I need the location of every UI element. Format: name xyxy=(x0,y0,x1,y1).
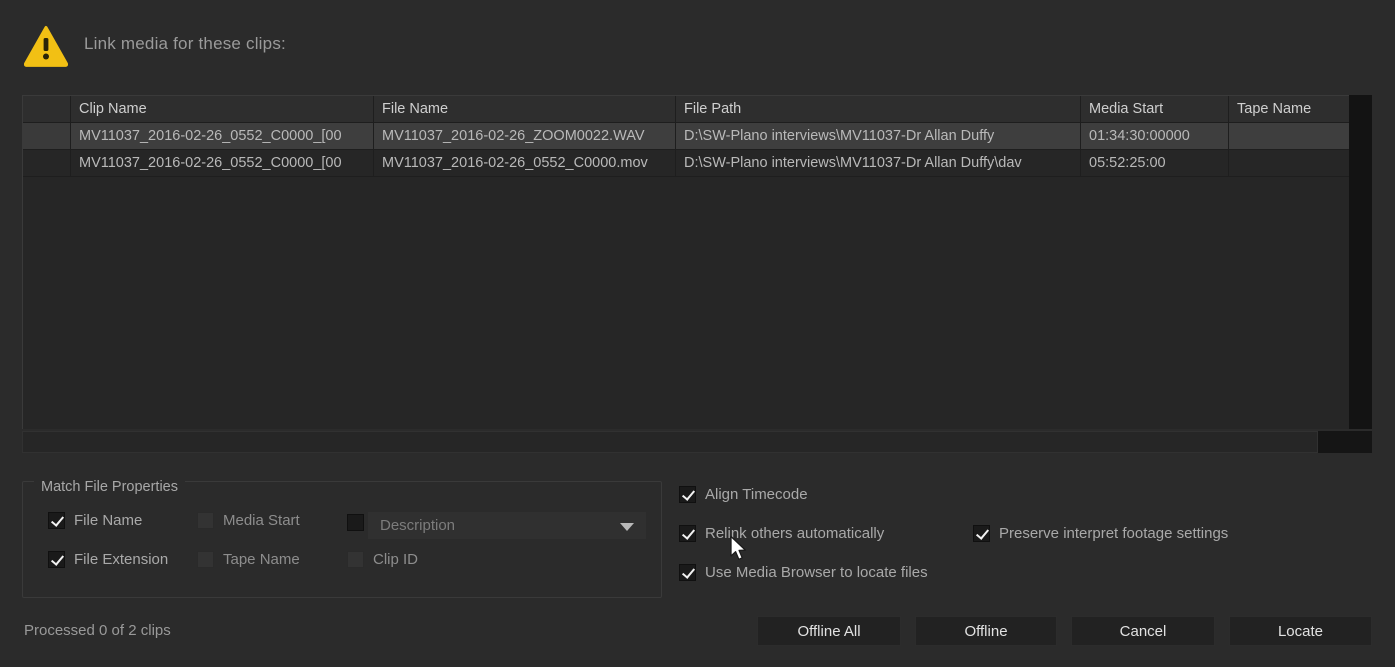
column-header-tape-name[interactable]: Tape Name xyxy=(1229,96,1349,122)
checkbox-box-icon xyxy=(197,512,214,529)
column-header-index[interactable] xyxy=(23,96,71,122)
cell-tape-name xyxy=(1229,150,1349,176)
cancel-button[interactable]: Cancel xyxy=(1071,616,1215,646)
checkmark-icon xyxy=(48,551,65,568)
cell-media-start: 05:52:25:00 xyxy=(1081,150,1229,176)
table-header-row: Clip Name File Name File Path Media Star… xyxy=(23,96,1349,123)
offline-all-button[interactable]: Offline All xyxy=(757,616,901,646)
metadata-field-dropdown[interactable]: Description xyxy=(368,512,646,539)
checkmark-icon xyxy=(679,564,696,581)
clip-table-body: Clip Name File Name File Path Media Star… xyxy=(22,95,1349,429)
cell-file-name: MV11037_2016-02-26_ZOOM0022.WAV xyxy=(374,123,676,149)
checkbox-label: Align Timecode xyxy=(705,486,808,503)
cell-index xyxy=(23,150,71,176)
column-header-media-start[interactable]: Media Start xyxy=(1081,96,1229,122)
dialog-title: Link media for these clips: xyxy=(84,34,286,53)
horizontal-scrollbar-thumb[interactable] xyxy=(22,431,1318,453)
column-header-file-name[interactable]: File Name xyxy=(374,96,676,122)
checkmark-icon xyxy=(48,512,65,529)
cell-file-path: D:\SW-Plano interviews\MV11037-Dr Allan … xyxy=(676,123,1081,149)
cell-file-name: MV11037_2016-02-26_0552_C0000.mov xyxy=(374,150,676,176)
cell-file-path: D:\SW-Plano interviews\MV11037-Dr Allan … xyxy=(676,150,1081,176)
checkbox-label: File Extension xyxy=(74,551,169,568)
checkmark-icon xyxy=(973,525,990,542)
cell-clip-name: MV11037_2016-02-26_0552_C0000_[00 xyxy=(71,123,374,149)
metadata-field-value: Description xyxy=(380,517,456,534)
match-file-properties-title: Match File Properties xyxy=(34,479,185,495)
cell-clip-name: MV11037_2016-02-26_0552_C0000_[00 xyxy=(71,150,374,176)
dialog-header: Link media for these clips: xyxy=(0,0,1395,92)
cell-media-start: 01:34:30:00000 xyxy=(1081,123,1229,149)
offline-button[interactable]: Offline xyxy=(915,616,1057,646)
column-header-file-path[interactable]: File Path xyxy=(676,96,1081,122)
clip-table: Clip Name File Name File Path Media Star… xyxy=(22,95,1372,429)
locate-button[interactable]: Locate xyxy=(1229,616,1372,646)
checkbox-label: Relink others automatically xyxy=(705,525,885,542)
checkbox-label: Media Start xyxy=(223,512,300,529)
checkbox-box-icon xyxy=(197,551,214,568)
cell-tape-name xyxy=(1229,123,1349,149)
checkbox-label: Tape Name xyxy=(223,551,300,568)
checkmark-icon xyxy=(679,525,696,542)
chevron-down-icon xyxy=(620,523,634,531)
cell-index xyxy=(23,123,71,149)
vertical-scrollbar[interactable] xyxy=(1349,95,1372,429)
table-row[interactable]: MV11037_2016-02-26_0552_C0000_[00 MV1103… xyxy=(23,150,1349,177)
status-text: Processed 0 of 2 clips xyxy=(24,622,171,639)
checkbox-box-icon xyxy=(347,551,364,568)
checkmark-icon xyxy=(679,486,696,503)
checkbox-label: Use Media Browser to locate files xyxy=(705,564,928,581)
checkbox-label: File Name xyxy=(74,512,143,529)
horizontal-scrollbar[interactable] xyxy=(22,431,1372,453)
match-file-properties-group xyxy=(22,481,662,598)
table-row[interactable]: MV11037_2016-02-26_0552_C0000_[00 MV1103… xyxy=(23,123,1349,150)
checkbox-box-icon xyxy=(347,514,364,531)
link-media-dialog: Link media for these clips: Clip Name Fi… xyxy=(0,0,1395,667)
warning-triangle-icon xyxy=(23,25,69,67)
column-header-clip-name[interactable]: Clip Name xyxy=(71,96,374,122)
checkbox-label: Clip ID xyxy=(373,551,419,568)
checkbox-label: Preserve interpret footage settings xyxy=(999,525,1229,542)
